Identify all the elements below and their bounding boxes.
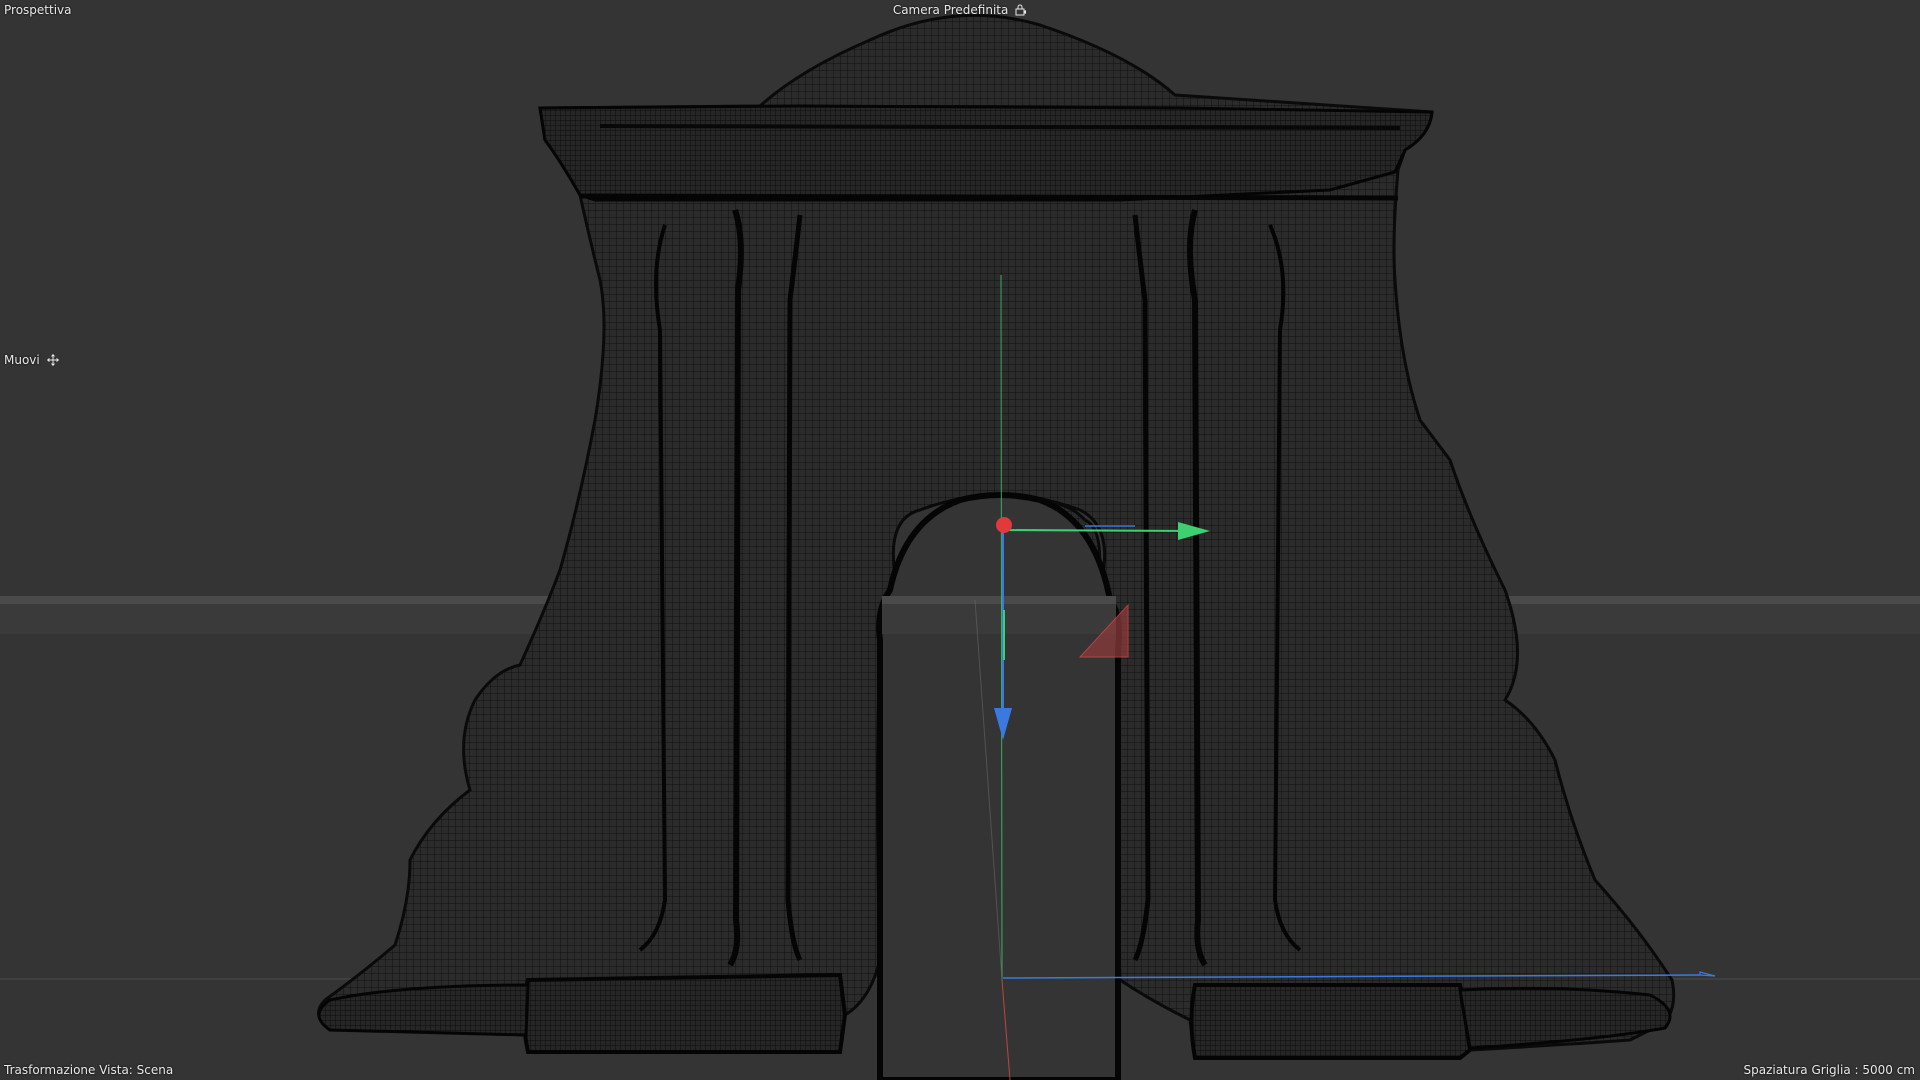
right-base xyxy=(1189,983,1473,1060)
view-transform-label: Trasformazione Vista: Scena xyxy=(4,1063,174,1077)
arch-horizon xyxy=(882,596,1116,604)
active-tool-label: Muovi xyxy=(4,353,59,367)
grid-spacing-label: Spaziatura Griglia : 5000 cm xyxy=(1743,1063,1915,1077)
cornice-edge xyxy=(579,193,1399,201)
world-z-axis-arrow xyxy=(1699,971,1716,977)
archway-mesh[interactable] xyxy=(317,13,1676,1080)
scene-canvas[interactable] xyxy=(0,0,1920,1080)
active-tool-text: Muovi xyxy=(4,353,40,367)
gizmo-y-axis[interactable] xyxy=(1003,529,1197,532)
gizmo-x-handle[interactable] xyxy=(996,517,1012,533)
camera-lock-icon[interactable] xyxy=(1015,4,1027,16)
arch-ground-shadow xyxy=(882,604,1116,634)
cornice-molding xyxy=(599,124,1401,130)
3d-viewport[interactable]: Prospettiva Camera Predefinita Muovi Tra… xyxy=(0,0,1920,1080)
move-cross-icon xyxy=(46,354,59,366)
arch-opening xyxy=(876,492,1122,1080)
right-rubble xyxy=(1458,986,1672,1050)
left-base xyxy=(522,972,848,1054)
camera-name-label[interactable]: Camera Predefinita xyxy=(0,3,1920,17)
camera-name-text: Camera Predefinita xyxy=(892,3,1009,17)
cornice xyxy=(538,104,1434,202)
